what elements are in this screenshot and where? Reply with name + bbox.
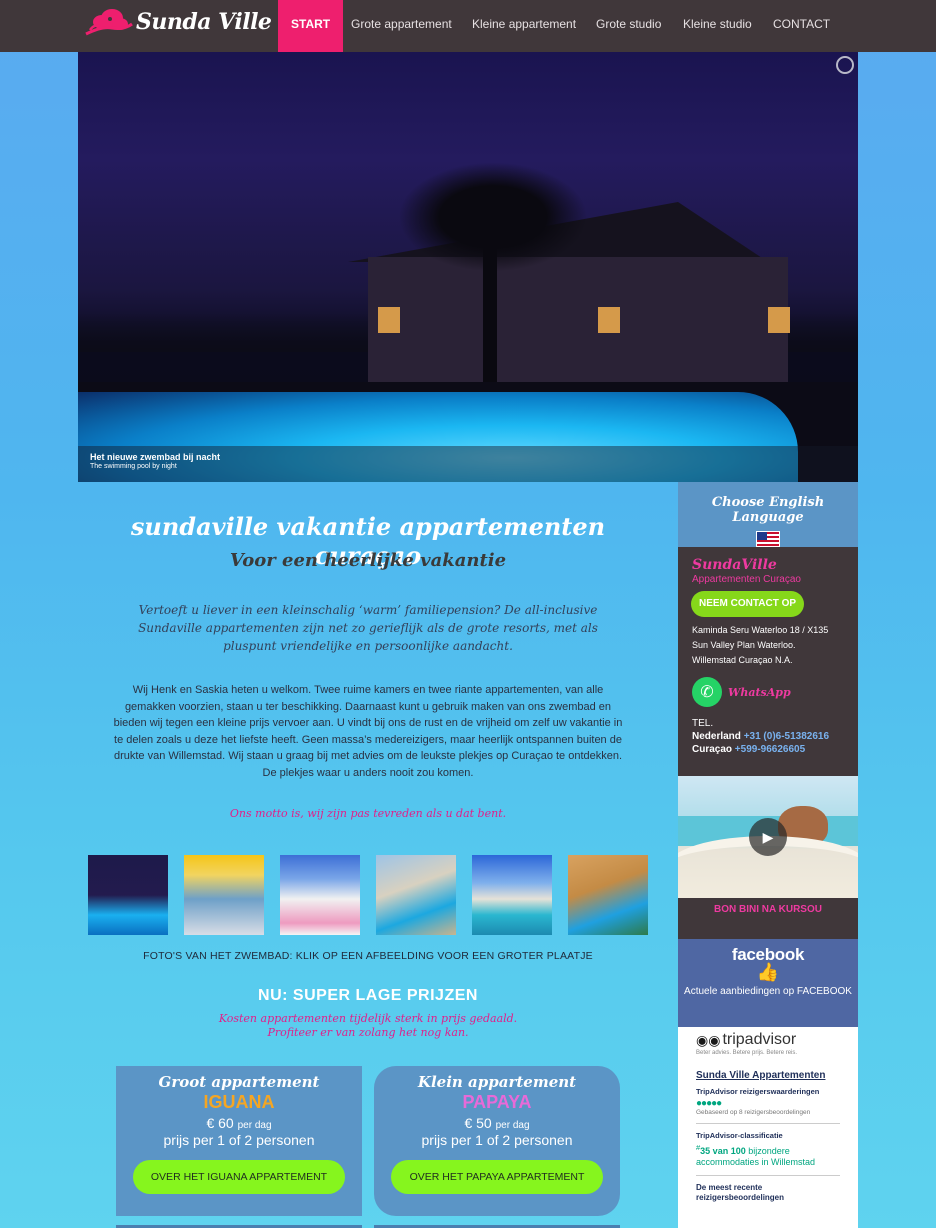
hero-caption-title: Het nieuwe zwembad bij nacht bbox=[90, 452, 221, 462]
card-price-value: € 60 bbox=[206, 1115, 234, 1131]
card-price: € 60 per dag bbox=[116, 1115, 362, 1131]
contact-address: Kaminda Seru Waterloo 18 / X135 Sun Vall… bbox=[692, 623, 844, 668]
tripadvisor-recent-reviews: De meest recente reizigersbeoordelingen bbox=[696, 1183, 785, 1202]
play-icon[interactable]: ▶ bbox=[749, 818, 787, 856]
rank-number: 35 van 100 bbox=[700, 1146, 746, 1156]
owl-icon: ◉◉ bbox=[696, 1031, 721, 1048]
card-price-value: € 50 bbox=[464, 1115, 492, 1131]
card-name: PAPAYA bbox=[462, 1092, 532, 1112]
address-line: Sun Valley Plan Waterloo. bbox=[692, 640, 796, 650]
tripadvisor-based-on: Gebaseerd op 8 reizigersbeoordelingen bbox=[696, 1109, 811, 1116]
tripadvisor-widget: ◉◉ tripadvisor Beter advies. Betere prij… bbox=[678, 1027, 858, 1228]
divider bbox=[696, 1175, 840, 1176]
tel-cw-label: Curaçao bbox=[692, 744, 733, 755]
card-title: Groot appartement bbox=[158, 1073, 320, 1091]
hero-palm-trunk bbox=[483, 242, 497, 402]
tripadvisor-tagline: Beter advies. Betere prijs. Betere reis. bbox=[696, 1050, 798, 1056]
video-thumbnail[interactable]: ▶ bbox=[678, 776, 858, 898]
hero-caption-subtitle: The swimming pool by night bbox=[90, 463, 177, 470]
address-line: Kaminda Seru Waterloo 18 / X135 bbox=[692, 625, 829, 635]
card-persons: prijs per 1 of 2 personen bbox=[163, 1132, 315, 1148]
card-name: IGUANA bbox=[203, 1092, 275, 1112]
video-label[interactable]: BON BINI NA KURSOU bbox=[678, 904, 858, 915]
card-persons: prijs per 1 of 2 personen bbox=[421, 1132, 573, 1148]
apartment-card-iguana: Groot appartement IGUANA € 60 per dag pr… bbox=[116, 1066, 362, 1216]
address-line: Willemstad Curaçao N.A. bbox=[692, 655, 793, 665]
logo-text: Sunda Ville bbox=[136, 9, 272, 35]
iguana-apartment-button[interactable]: OVER HET IGUANA APPARTEMENT bbox=[133, 1160, 345, 1194]
nav-item-kleine-studio[interactable]: Kleine studio bbox=[670, 0, 765, 52]
tripadvisor-property-link[interactable]: Sunda Ville Appartementen bbox=[696, 1070, 840, 1081]
contact-phone: TEL. Nederland +31 (0)6-51382616 Curaçao… bbox=[692, 717, 844, 756]
tripadvisor-ratings-label: TripAdvisor reizigerswaarderingen bbox=[696, 1087, 820, 1096]
facebook-text: Actuele aanbiedingen op FACEBOOK bbox=[684, 986, 852, 997]
facebook-widget[interactable]: facebook 👍 Actuele aanbiedingen op FACEB… bbox=[678, 939, 858, 1027]
flower-logo-icon bbox=[85, 9, 133, 36]
language-switch[interactable]: Choose English Language bbox=[678, 482, 858, 547]
hero-window bbox=[768, 307, 790, 333]
promo-text: Kosten appartementen tijdelijk sterk in … bbox=[78, 1012, 658, 1040]
whatsapp-icon: ✆ bbox=[692, 677, 722, 707]
tel-nl-number[interactable]: +31 (0)6-51382616 bbox=[744, 731, 829, 742]
motto-text: Ons motto is, wij zijn pas tevreden als … bbox=[229, 807, 507, 820]
tel-cw-row: Curaçao +599-96626605 bbox=[692, 743, 844, 756]
promo-line: Kosten appartementen tijdelijk sterk in … bbox=[218, 1012, 518, 1025]
gallery-thumbnail[interactable] bbox=[472, 855, 552, 935]
promo-line: Profiteer er van zolang het nog kan. bbox=[267, 1026, 469, 1039]
tripadvisor-rank[interactable]: #35 van 100 bijzondere accommodaties in … bbox=[696, 1142, 840, 1168]
card-price-unit: per dag bbox=[237, 1120, 272, 1131]
whatsapp-link[interactable]: ✆ WhatsApp bbox=[692, 677, 844, 707]
gallery-thumbnail[interactable] bbox=[568, 855, 648, 935]
contact-brand: SundaVille bbox=[692, 557, 777, 573]
whatsapp-label: WhatsApp bbox=[728, 685, 791, 699]
tel-nl-row: Nederland +31 (0)6-51382616 bbox=[692, 730, 844, 743]
photo-gallery bbox=[88, 855, 648, 935]
hero-window bbox=[598, 307, 620, 333]
tel-cw-number[interactable]: +599-96626605 bbox=[735, 744, 805, 755]
card-price-unit: per dag bbox=[495, 1120, 530, 1131]
language-title: Choose English Language bbox=[711, 495, 825, 525]
papaya-apartment-button[interactable]: OVER HET PAPAYA APPARTEMENT bbox=[391, 1160, 603, 1194]
tripadvisor-classification-label: TripAdvisor-classificatie bbox=[696, 1131, 783, 1140]
slider-loader-icon[interactable] bbox=[836, 56, 854, 74]
tripadvisor-word: tripadvisor bbox=[722, 1031, 797, 1048]
contact-button[interactable]: NEEM CONTACT OP bbox=[691, 591, 805, 617]
nav-item-grote-studio[interactable]: Grote studio bbox=[583, 0, 674, 52]
apartment-card-papaya: Klein appartement PAPAYA € 50 per dag pr… bbox=[374, 1066, 620, 1216]
nav-item-grote-appartement[interactable]: Grote appartement bbox=[338, 0, 465, 52]
intro-text: Vertoeft u liever in een kleinschalig ‘w… bbox=[138, 603, 598, 653]
us-flag-icon[interactable] bbox=[756, 531, 780, 547]
tripadvisor-logo[interactable]: ◉◉ tripadvisor bbox=[696, 1031, 840, 1049]
gallery-caption: FOTO'S VAN HET ZWEMBAD: KLIK OP EEN AFBE… bbox=[143, 950, 593, 962]
site-logo[interactable]: Sunda Ville bbox=[82, 4, 272, 40]
nav-item-kleine-appartement[interactable]: Kleine appartement bbox=[459, 0, 589, 52]
hero-caption: Het nieuwe zwembad bij nacht The swimmin… bbox=[78, 446, 858, 482]
page-subtitle: Voor een heerlijke vakantie bbox=[229, 550, 507, 571]
welcome-text: Wij Henk en Saskia heten u welkom. Twee … bbox=[113, 684, 623, 779]
divider bbox=[696, 1123, 840, 1124]
hero-slider[interactable]: Het nieuwe zwembad bij nacht The swimmin… bbox=[78, 52, 858, 482]
nav-item-start[interactable]: START bbox=[278, 0, 344, 52]
video-widget[interactable]: ▶ BON BINI NA KURSOU bbox=[678, 776, 858, 939]
gallery-thumbnail[interactable] bbox=[88, 855, 168, 935]
tel-label: TEL. bbox=[692, 718, 714, 729]
rating-bubbles-icon: ●●●●● bbox=[696, 1098, 722, 1109]
contact-widget: SundaVille Appartementen Curaçao NEEM CO… bbox=[678, 547, 858, 776]
gallery-thumbnail[interactable] bbox=[280, 855, 360, 935]
nav-item-contact[interactable]: CONTACT bbox=[760, 0, 843, 52]
top-navigation: Sunda Ville START Grote appartement Klei… bbox=[0, 0, 936, 52]
card-title: Klein appartement bbox=[417, 1073, 577, 1091]
gallery-thumbnail[interactable] bbox=[184, 855, 264, 935]
hero-window bbox=[378, 307, 400, 333]
promo-title: NU: SUPER LAGE PRIJZEN bbox=[258, 987, 478, 1004]
gallery-thumbnail[interactable] bbox=[376, 855, 456, 935]
tel-nl-label: Nederland bbox=[692, 731, 741, 742]
contact-brand-sub: Appartementen Curaçao bbox=[692, 574, 801, 585]
hero-house bbox=[368, 257, 788, 387]
card-price: € 50 per dag bbox=[374, 1115, 620, 1131]
thumbs-up-icon: 👍 bbox=[756, 962, 780, 982]
